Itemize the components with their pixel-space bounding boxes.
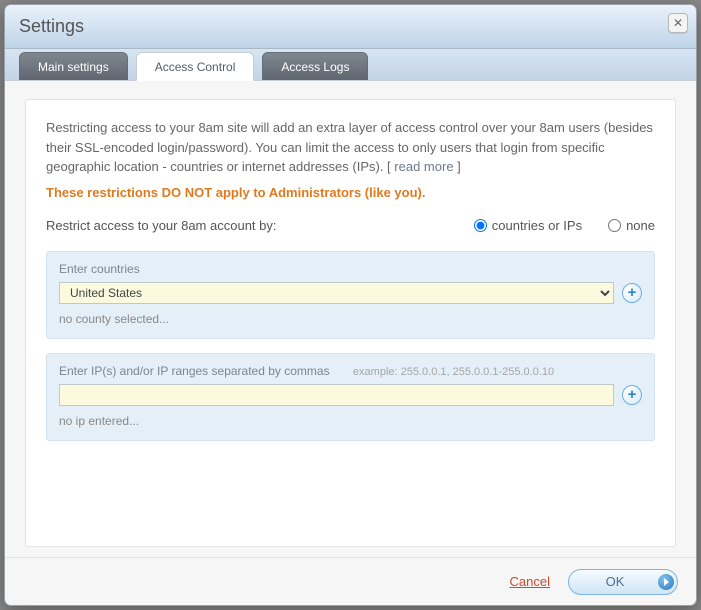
ips-section: Enter IP(s) and/or IP ranges separated b… xyxy=(46,353,655,441)
add-ip-button[interactable]: + xyxy=(622,385,642,405)
close-icon: ✕ xyxy=(673,16,683,30)
countries-label: Enter countries xyxy=(59,262,642,276)
arrow-right-icon xyxy=(658,574,674,590)
dialog-footer: Cancel OK xyxy=(5,557,696,605)
add-country-button[interactable]: + xyxy=(622,283,642,303)
radio-group: countries or IPs none xyxy=(474,218,655,233)
intro-body: Restricting access to your 8am site will… xyxy=(46,120,653,174)
radio-countries-ips[interactable]: countries or IPs xyxy=(474,218,582,233)
intro-text: Restricting access to your 8am site will… xyxy=(46,118,655,177)
radio-none-input[interactable] xyxy=(608,219,621,232)
intro-after: ] xyxy=(454,159,461,174)
ips-example: example: 255.0.0.1, 255.0.0.1-255.0.0.10 xyxy=(353,366,554,378)
radio-countries-ips-label: countries or IPs xyxy=(492,218,582,233)
country-select[interactable]: United States xyxy=(59,282,614,304)
close-button[interactable]: ✕ xyxy=(668,13,688,33)
radio-countries-ips-input[interactable] xyxy=(474,219,487,232)
tab-access-control[interactable]: Access Control xyxy=(136,52,255,81)
plus-icon: + xyxy=(628,386,637,403)
inner-panel: Restricting access to your 8am site will… xyxy=(25,99,676,547)
countries-section: Enter countries United States + no count… xyxy=(46,251,655,339)
radio-none[interactable]: none xyxy=(608,218,655,233)
restrict-label: Restrict access to your 8am account by: xyxy=(46,218,276,233)
content-area: Restricting access to your 8am site will… xyxy=(5,81,696,557)
restrict-row: Restrict access to your 8am account by: … xyxy=(46,218,655,233)
countries-field-row: United States + xyxy=(59,282,642,304)
countries-empty-msg: no county selected... xyxy=(59,312,642,326)
ok-button[interactable]: OK xyxy=(568,569,678,595)
ok-button-label: OK xyxy=(606,574,625,589)
settings-dialog: Settings ✕ Main settings Access Control … xyxy=(4,4,697,606)
tab-main-settings[interactable]: Main settings xyxy=(19,52,128,80)
titlebar: Settings ✕ xyxy=(5,5,696,49)
ips-label: Enter IP(s) and/or IP ranges separated b… xyxy=(59,364,330,378)
radio-none-label: none xyxy=(626,218,655,233)
cancel-button[interactable]: Cancel xyxy=(510,574,550,589)
read-more-link[interactable]: read more xyxy=(394,159,453,174)
admin-warning: These restrictions DO NOT apply to Admin… xyxy=(46,185,655,200)
ips-label-row: Enter IP(s) and/or IP ranges separated b… xyxy=(59,364,642,378)
dialog-title: Settings xyxy=(19,16,84,37)
tab-access-logs[interactable]: Access Logs xyxy=(262,52,368,80)
plus-icon: + xyxy=(628,284,637,301)
ip-input[interactable] xyxy=(59,384,614,406)
ips-field-row: + xyxy=(59,384,642,406)
tabs-row: Main settings Access Control Access Logs xyxy=(5,49,696,81)
ips-empty-msg: no ip entered... xyxy=(59,414,642,428)
